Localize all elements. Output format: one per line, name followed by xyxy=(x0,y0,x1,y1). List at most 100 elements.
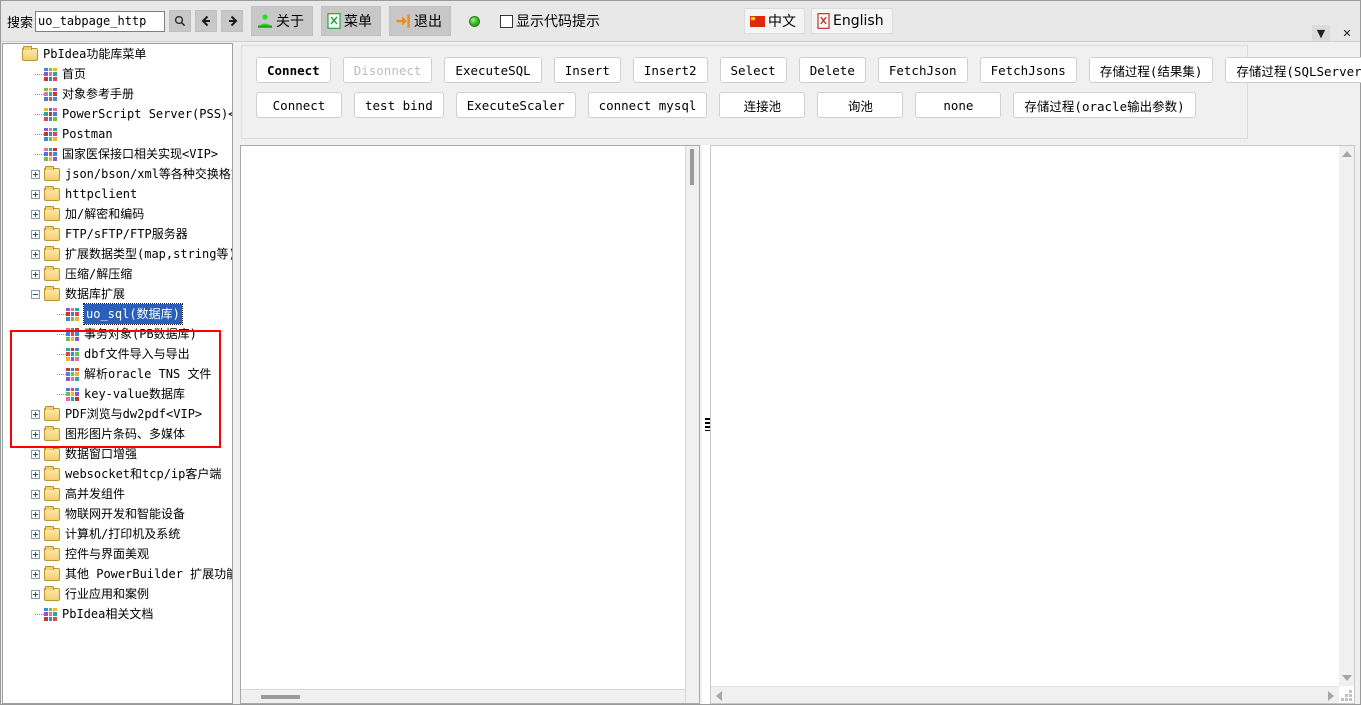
tree-item[interactable]: PbIdea功能库菜单 xyxy=(3,44,232,64)
action-button[interactable]: ExecuteSQL xyxy=(444,57,542,83)
show-code-hints-checkbox[interactable]: 显示代码提示 xyxy=(500,11,600,31)
expand-icon[interactable] xyxy=(31,549,40,559)
action-button[interactable]: connect mysql xyxy=(587,92,708,118)
nav-forward-button[interactable] xyxy=(221,10,244,32)
tree-item[interactable]: 物联网开发和智能设备 xyxy=(3,504,232,524)
menu-button[interactable]: 菜单 xyxy=(321,6,382,36)
folder-icon xyxy=(44,465,60,481)
tree-item[interactable]: 解析oracle TNS 文件 xyxy=(3,364,232,384)
editor-left-horizontal-scrollbar[interactable] xyxy=(241,689,685,703)
tree-item[interactable]: 首页 xyxy=(3,64,232,84)
tree-item[interactable]: 加/解密和编码 xyxy=(3,204,232,224)
action-button[interactable]: 存储过程(oracle输出参数) xyxy=(1013,92,1196,118)
action-button[interactable]: 存储过程(SQLServer输出参数) xyxy=(1225,57,1361,83)
search-input[interactable] xyxy=(35,10,166,32)
action-button[interactable]: Select xyxy=(719,57,787,83)
tree-item[interactable]: 数据窗口增强 xyxy=(3,444,232,464)
tree-item[interactable]: 压缩/解压缩 xyxy=(3,264,232,284)
tree-item[interactable]: websocket和tcp/ip客户端 xyxy=(3,464,232,484)
tree-item[interactable]: 计算机/打印机及系统 xyxy=(3,524,232,544)
expand-icon[interactable] xyxy=(31,509,40,519)
scroll-left-arrow-icon[interactable] xyxy=(716,691,722,701)
tree-item[interactable]: httpclient xyxy=(3,184,232,204)
action-button[interactable]: FetchJson xyxy=(877,57,968,83)
window-dropdown-button[interactable]: ▼ xyxy=(1312,25,1330,41)
folder-icon xyxy=(22,45,38,61)
action-button[interactable]: 连接池 xyxy=(719,92,806,118)
expand-icon[interactable] xyxy=(31,409,40,419)
expand-icon[interactable] xyxy=(31,249,40,259)
tree-item[interactable]: 控件与界面美观 xyxy=(3,544,232,564)
expand-icon[interactable] xyxy=(31,189,40,199)
action-button[interactable]: Connect xyxy=(256,57,331,83)
action-button[interactable]: FetchJsons xyxy=(979,57,1077,83)
tree-item[interactable]: 事务对象(PB数据库) xyxy=(3,324,232,344)
scroll-up-arrow-icon[interactable] xyxy=(1342,151,1352,157)
about-button[interactable]: 关于 xyxy=(251,6,314,36)
resize-grip-icon[interactable] xyxy=(1341,690,1352,701)
expand-icon[interactable] xyxy=(31,209,40,219)
action-button[interactable]: 存储过程(结果集) xyxy=(1088,57,1214,83)
action-button[interactable]: Insert2 xyxy=(632,57,708,83)
scrollbar-thumb[interactable] xyxy=(261,695,300,699)
results-horizontal-scrollbar[interactable] xyxy=(711,686,1339,703)
editor-left-vertical-scrollbar[interactable] xyxy=(685,146,699,703)
tree-item[interactable]: FTP/sFTP/FTP服务器 xyxy=(3,224,232,244)
expand-icon[interactable] xyxy=(31,529,40,539)
search-button[interactable] xyxy=(169,10,192,32)
tree-item[interactable]: PDF浏览与dw2pdf<VIP> xyxy=(3,404,232,424)
tree-item[interactable]: Postman xyxy=(3,124,232,144)
tree-item-selected[interactable]: uo_sql(数据库) xyxy=(3,303,232,325)
tree-item[interactable]: PbIdea相关文档 xyxy=(3,604,232,624)
tree-item[interactable]: 高并发组件 xyxy=(3,484,232,504)
collapse-icon[interactable] xyxy=(31,289,40,299)
tree-item[interactable]: key-value数据库 xyxy=(3,384,232,404)
expand-icon[interactable] xyxy=(31,489,40,499)
results-panel-right[interactable] xyxy=(710,145,1355,704)
search-icon xyxy=(174,15,186,27)
tree-connector xyxy=(53,364,66,384)
nav-back-button[interactable] xyxy=(195,10,218,32)
tree-item[interactable]: 图形图片条码、多媒体 xyxy=(3,424,232,444)
folder-icon xyxy=(44,545,60,561)
tree-item[interactable]: json/bson/xml等各种交换格式 xyxy=(3,164,232,184)
search-label: 搜索 xyxy=(7,15,34,31)
show-code-hints-label: 显示代码提示 xyxy=(516,14,601,30)
action-button[interactable]: Connect xyxy=(256,92,342,118)
action-button[interactable]: test bind xyxy=(354,92,444,118)
expand-icon[interactable] xyxy=(31,429,40,439)
tree-connector xyxy=(31,104,44,124)
tree-item[interactable]: 其他 PowerBuilder 扩展功能 xyxy=(3,564,232,584)
lang-chinese-button[interactable]: 中文 xyxy=(744,8,806,34)
expand-icon[interactable] xyxy=(31,589,40,599)
scroll-down-arrow-icon[interactable] xyxy=(1342,675,1352,681)
tree-item[interactable]: 行业应用和案例 xyxy=(3,584,232,604)
action-button[interactable]: Delete xyxy=(798,57,866,83)
expand-icon[interactable] xyxy=(31,269,40,279)
scroll-right-arrow-icon[interactable] xyxy=(1328,691,1334,701)
expand-icon[interactable] xyxy=(31,469,40,479)
tree-item[interactable]: 国家医保接口相关实现<VIP> xyxy=(3,144,232,164)
sql-editor-left[interactable] xyxy=(240,145,700,704)
window-close-button[interactable]: ✕ xyxy=(1338,25,1356,41)
action-button[interactable]: 询池 xyxy=(817,92,904,118)
action-button[interactable]: ExecuteScaler xyxy=(455,92,576,118)
tree-connector xyxy=(31,144,44,164)
results-vertical-scrollbar[interactable] xyxy=(1339,146,1354,686)
lang-english-label: English xyxy=(833,13,884,29)
expand-icon[interactable] xyxy=(31,569,40,579)
expand-icon[interactable] xyxy=(31,229,40,239)
exit-button[interactable]: 退出 xyxy=(389,6,452,36)
expand-icon[interactable] xyxy=(31,449,40,459)
action-button[interactable]: Insert xyxy=(553,57,621,83)
navigation-tree[interactable]: PbIdea功能库菜单 首页 对象参考手册 PowerScript Server(PS… xyxy=(2,43,233,704)
lang-english-button[interactable]: English xyxy=(811,8,893,34)
action-button[interactable]: none xyxy=(915,92,1002,118)
tree-item[interactable]: dbf文件导入与导出 xyxy=(3,344,232,364)
expand-icon[interactable] xyxy=(31,169,40,179)
tree-item[interactable]: PowerScript Server(PSS)<VIP> xyxy=(3,104,232,124)
scrollbar-thumb[interactable] xyxy=(690,149,694,185)
tree-item[interactable]: 扩展数据类型(map,string等) xyxy=(3,244,232,264)
tree-item[interactable]: 对象参考手册 xyxy=(3,84,232,104)
tree-item[interactable]: 数据库扩展 xyxy=(3,284,232,304)
